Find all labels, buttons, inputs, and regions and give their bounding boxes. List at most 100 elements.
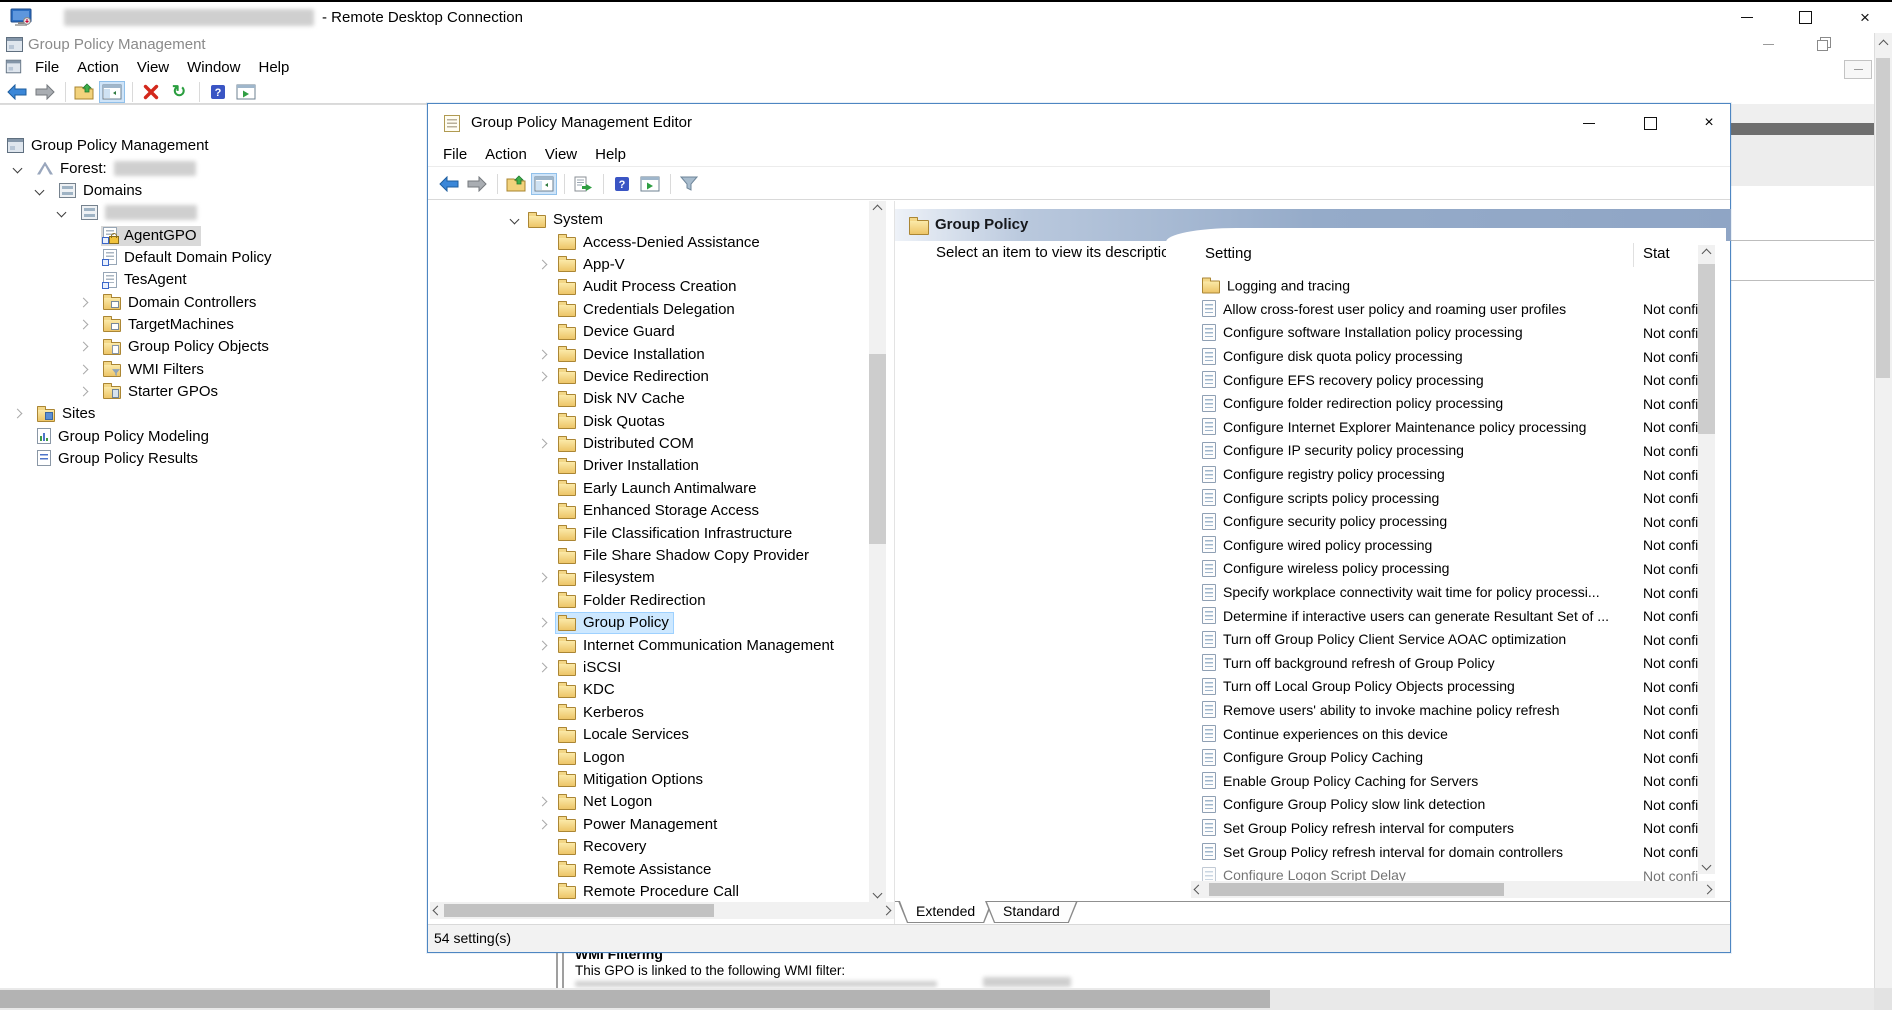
setting-row[interactable]: Turn off Group Policy Client Service AOA… — [1191, 628, 1698, 652]
setting-row[interactable]: Configure scripts policy processingNot c… — [1191, 486, 1698, 510]
show-console-tree-icon[interactable] — [531, 173, 557, 195]
tree-item-group-policy-objects[interactable]: Group Policy Objects — [0, 336, 430, 358]
tree-item-system[interactable]: System — [430, 209, 867, 231]
setting-row[interactable]: Set Group Policy refresh interval for co… — [1191, 817, 1698, 841]
chevron-right-icon[interactable] — [538, 663, 548, 673]
tree-item-disk-quotas[interactable]: Disk Quotas — [430, 411, 867, 433]
tree-item-kerberos[interactable]: Kerberos — [430, 702, 867, 724]
chevron-right-icon[interactable] — [538, 439, 548, 449]
tab-standard[interactable]: Standard — [985, 901, 1078, 923]
tree-item-group-policy-results[interactable]: Group Policy Results — [0, 448, 430, 470]
tree-item-logon[interactable]: Logon — [430, 746, 867, 768]
setting-row[interactable]: Turn off background refresh of Group Pol… — [1191, 652, 1698, 676]
list-vertical-scroll-thumb[interactable] — [1698, 264, 1715, 434]
tree-scroll-right-icon[interactable] — [879, 902, 894, 919]
forward-icon[interactable] — [32, 81, 58, 103]
gpme-maximize-button[interactable] — [1627, 108, 1673, 138]
tree-vertical-scrollbar[interactable] — [869, 201, 886, 902]
gpme-titlebar[interactable]: Group Policy Management Editor × — [428, 104, 1730, 142]
setting-row[interactable]: Allow cross-forest user policy and roami… — [1191, 298, 1698, 322]
setting-row[interactable]: Determine if interactive users can gener… — [1191, 604, 1698, 628]
tree-item-driver-installation[interactable]: Driver Installation — [430, 455, 867, 477]
setting-row[interactable]: Configure Group Policy slow link detecti… — [1191, 793, 1698, 817]
gpme-close-button[interactable]: × — [1686, 108, 1732, 138]
menu-help[interactable]: Help — [586, 143, 635, 166]
setting-row[interactable]: Specify workplace connectivity wait time… — [1191, 581, 1698, 605]
setting-row[interactable]: Configure security policy processingNot … — [1191, 510, 1698, 534]
setting-row[interactable]: Configure folder redirection policy proc… — [1191, 392, 1698, 416]
setting-row[interactable]: Configure IP security policy processingN… — [1191, 439, 1698, 463]
tree-item-domain-controllers[interactable]: Domain Controllers — [0, 291, 430, 313]
setting-row[interactable]: Turn off Local Group Policy Objects proc… — [1191, 675, 1698, 699]
setting-row[interactable]: Continue experiences on this deviceNot c… — [1191, 722, 1698, 746]
chevron-right-icon[interactable] — [538, 349, 548, 359]
chevron-right-icon[interactable] — [538, 640, 548, 650]
chevron-right-icon[interactable] — [538, 618, 548, 628]
menu-action[interactable]: Action — [476, 143, 536, 166]
tree-item-default-domain-policy[interactable]: Default Domain Policy — [0, 247, 430, 269]
chevron-right-icon[interactable] — [79, 364, 89, 374]
tree-item-enhanced-storage-access[interactable]: Enhanced Storage Access — [430, 500, 867, 522]
tree-item-recovery[interactable]: Recovery — [430, 836, 867, 858]
setting-row[interactable]: Configure Internet Explorer Maintenance … — [1191, 416, 1698, 440]
setting-row[interactable]: Configure registry policy processingNot … — [1191, 463, 1698, 487]
chevron-right-icon[interactable] — [538, 260, 548, 270]
tree-scroll-left-icon[interactable] — [430, 902, 445, 919]
new-window-icon[interactable] — [233, 81, 259, 103]
tree-item-device-guard[interactable]: Device Guard — [430, 321, 867, 343]
list-scroll-down-icon[interactable] — [1698, 857, 1715, 874]
tree-item-credentials-delegation[interactable]: Credentials Delegation — [430, 299, 867, 321]
list-scroll-left-icon[interactable] — [1191, 881, 1206, 898]
tree-item-distributed-com[interactable]: Distributed COM — [430, 433, 867, 455]
setting-row[interactable]: Remove users' ability to invoke machine … — [1191, 699, 1698, 723]
tree-item-folder-redirection[interactable]: Folder Redirection — [430, 590, 867, 612]
tree-item-wmi-filters[interactable]: WMI Filters — [0, 358, 430, 380]
tree-item-audit-process-creation[interactable]: Audit Process Creation — [430, 276, 867, 298]
chevron-right-icon[interactable] — [79, 297, 89, 307]
tree-item-early-launch-antimalware[interactable]: Early Launch Antimalware — [430, 478, 867, 500]
column-header-state[interactable]: Stat — [1643, 245, 1670, 262]
tree-vertical-scroll-thumb[interactable] — [869, 354, 886, 544]
help-icon[interactable]: ? — [205, 81, 231, 103]
rdp-maximize-button[interactable] — [1782, 2, 1828, 33]
tree-item-group-policy[interactable]: Group Policy — [430, 612, 867, 634]
gpm-minimize-button[interactable] — [1746, 33, 1790, 56]
tree-item-starter-gpos[interactable]: Starter GPOs — [0, 381, 430, 403]
tree-item-agentgpo[interactable]: AgentGPO — [0, 224, 430, 246]
chevron-right-icon[interactable] — [538, 797, 548, 807]
tree-item-disk-nv-cache[interactable]: Disk NV Cache — [430, 388, 867, 410]
menu-action[interactable]: Action — [68, 56, 128, 79]
chevron-right-icon[interactable] — [538, 371, 548, 381]
wmi-filter-button-redacted[interactable] — [983, 977, 1071, 987]
setting-row[interactable]: Configure Logon Script DelayNot confi — [1191, 864, 1698, 881]
gpm-splitter2[interactable] — [562, 953, 564, 988]
gpm-titlebar[interactable]: Group Policy Management — [0, 33, 1874, 56]
tree-item-remote-assistance[interactable]: Remote Assistance — [430, 858, 867, 880]
setting-row[interactable]: Configure wireless policy processingNot … — [1191, 557, 1698, 581]
rdp-scroll-up-icon[interactable] — [1875, 36, 1892, 53]
menu-file[interactable]: File — [434, 143, 476, 166]
tree-item-group-policy-modeling[interactable]: Group Policy Modeling — [0, 425, 430, 447]
rdp-close-button[interactable]: × — [1842, 2, 1888, 33]
setting-row[interactable]: Configure EFS recovery policy processing… — [1191, 368, 1698, 392]
chevron-right-icon[interactable] — [79, 319, 89, 329]
show-console-tree-icon[interactable] — [99, 81, 125, 103]
menu-view[interactable]: View — [536, 143, 586, 166]
tree-item-tesagent[interactable]: TesAgent — [0, 269, 430, 291]
refresh-icon[interactable]: ↻ — [166, 81, 192, 103]
rdp-vertical-scroll-thumb[interactable] — [1876, 58, 1890, 378]
tree-item-mitigation-options[interactable]: Mitigation Options — [430, 769, 867, 791]
tree-item-internet-communication-management[interactable]: Internet Communication Management — [430, 634, 867, 656]
menu-help[interactable]: Help — [249, 56, 298, 79]
chevron-down-icon[interactable] — [57, 208, 67, 218]
tree-item-kdc[interactable]: KDC — [430, 679, 867, 701]
tree-item-group-policy-management[interactable]: Group Policy Management — [0, 135, 430, 157]
tree-item-remote-procedure-call[interactable]: Remote Procedure Call — [430, 881, 867, 899]
gpm-splitter[interactable] — [556, 953, 558, 988]
rdp-horizontal-scroll-thumb[interactable] — [0, 990, 1270, 1008]
tree-item-locale-services[interactable]: Locale Services — [430, 724, 867, 746]
tree-item-file-classification-infrastructure[interactable]: File Classification Infrastructure — [430, 522, 867, 544]
tree-item-iscsi[interactable]: iSCSI — [430, 657, 867, 679]
gpme-minimize-button[interactable] — [1566, 108, 1612, 138]
tree-item-net-logon[interactable]: Net Logon — [430, 791, 867, 813]
